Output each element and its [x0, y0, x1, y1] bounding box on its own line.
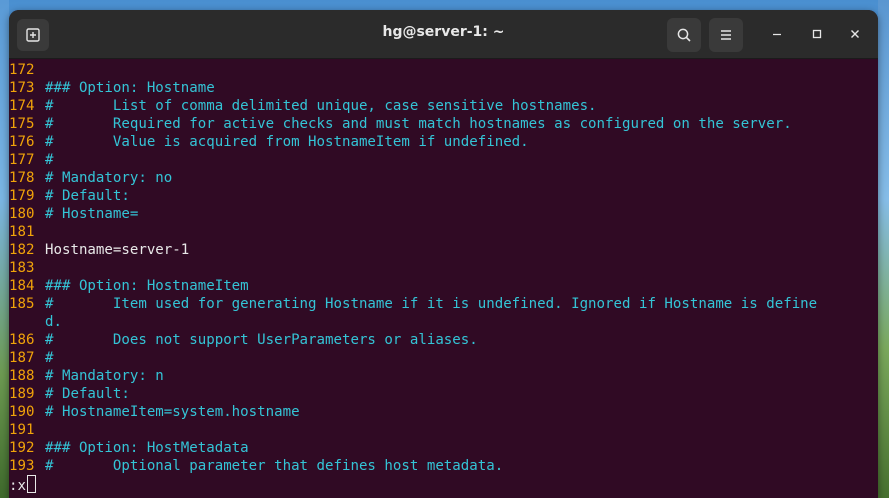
line-number: 190: [9, 404, 35, 420]
line-number: 193: [9, 458, 35, 474]
line-number: 184: [9, 278, 35, 294]
editor-line: 189 # Default:: [9, 385, 130, 403]
editor-line: 177 #: [9, 151, 54, 169]
maximize-button[interactable]: [805, 22, 829, 46]
code-text: Hostname=server-1: [45, 242, 190, 258]
hamburger-menu-icon: [721, 30, 731, 40]
editor-line: 174 # List of comma delimited unique, cas…: [9, 97, 597, 115]
line-number: 173: [9, 80, 35, 96]
line-number: 189: [9, 386, 35, 402]
terminal-window: hg@server-1: ~ 172 173 ### Option: Hostn…: [9, 10, 878, 498]
comment-text: # HostnameItem=system.hostname: [45, 404, 300, 420]
close-button[interactable]: [843, 22, 867, 46]
line-number: 174: [9, 98, 35, 114]
title-bar[interactable]: hg@server-1: ~: [9, 10, 878, 59]
comment-text: d.: [45, 314, 62, 330]
line-number: 185: [9, 296, 35, 312]
line-number: 181: [9, 224, 35, 240]
comment-text: # Value is acquired from HostnameItem if…: [45, 134, 529, 150]
comment-text: # Optional parameter that defines host m…: [45, 458, 504, 474]
comment-text: # Mandatory: no: [45, 170, 173, 186]
comment-text: #: [45, 350, 54, 366]
editor-line: 190 # HostnameItem=system.hostname: [9, 403, 300, 421]
line-number: 177: [9, 152, 35, 168]
editor-line: 192 ### Option: HostMetadata: [9, 439, 249, 457]
editor-line: 181: [9, 223, 45, 241]
editor-line: 180 # Hostname=: [9, 205, 138, 223]
command-input-text: :x: [9, 478, 26, 494]
desktop-wallpaper-right: [878, 0, 889, 498]
editor-line: 183: [9, 259, 45, 277]
line-number: 179: [9, 188, 35, 204]
text-cursor: [26, 475, 36, 493]
menu-button[interactable]: [709, 18, 743, 52]
line-number: 178: [9, 170, 35, 186]
line-number: 187: [9, 350, 35, 366]
comment-text: # Default:: [45, 386, 130, 402]
desktop-wallpaper-left: [0, 0, 9, 498]
editor-line: 175 # Required for active checks and must…: [9, 115, 792, 133]
window-title: hg@server-1: ~: [382, 24, 505, 40]
editor-line: 176 # Value is acquired from HostnameItem…: [9, 133, 529, 151]
minimize-icon: [773, 33, 781, 36]
comment-text: # Mandatory: n: [45, 368, 164, 384]
editor-line: 191: [9, 421, 45, 439]
line-number: 175: [9, 116, 35, 132]
line-number: 191: [9, 422, 35, 438]
editor-line: 172: [9, 61, 45, 79]
line-number: 188: [9, 368, 35, 384]
comment-text: # Hostname=: [45, 206, 139, 222]
comment-text: #: [45, 152, 54, 168]
comment-text: ### Option: HostMetadata: [45, 440, 249, 456]
editor-line: 178 # Mandatory: no: [9, 169, 172, 187]
minimize-button[interactable]: [765, 22, 789, 46]
comment-text: # Item used for generating Hostname if i…: [45, 296, 818, 312]
comment-text: ### Option: HostnameItem: [45, 278, 249, 294]
line-number: 192: [9, 440, 35, 456]
editor-line: d.: [9, 313, 62, 331]
comment-text: # List of comma delimited unique, case s…: [45, 98, 597, 114]
editor-line: 188 # Mandatory: n: [9, 367, 164, 385]
line-number: 172: [9, 62, 35, 78]
editor-line: 185 # Item used for generating Hostname i…: [9, 295, 817, 313]
editor-line: 184 ### Option: HostnameItem: [9, 277, 249, 295]
maximize-icon: [812, 29, 822, 39]
comment-text: ### Option: Hostname: [45, 80, 215, 96]
terminal-content[interactable]: 172 173 ### Option: Hostname 174 # List of c…: [9, 59, 878, 498]
editor-line: 182 Hostname=server-1: [9, 241, 189, 259]
line-number: 186: [9, 332, 35, 348]
close-icon: [851, 30, 859, 38]
comment-text: # Default:: [45, 188, 130, 204]
search-button[interactable]: [667, 18, 701, 52]
line-number: 182: [9, 242, 35, 258]
editor-line: 186 # Does not support UserParameters or …: [9, 331, 478, 349]
editor-line: 187 #: [9, 349, 54, 367]
editor-line: 193 # Optional parameter that defines hos…: [9, 457, 503, 475]
comment-text: # Required for active checks and must ma…: [45, 116, 792, 132]
line-number: 183: [9, 260, 35, 276]
editor-line: 179 # Default:: [9, 187, 130, 205]
editor-line: 173 ### Option: Hostname: [9, 79, 215, 97]
line-number: 176: [9, 134, 35, 150]
line-number: 180: [9, 206, 35, 222]
command-line[interactable]: :x: [9, 475, 36, 494]
comment-text: # Does not support UserParameters or ali…: [45, 332, 478, 348]
search-icon: [677, 28, 691, 42]
